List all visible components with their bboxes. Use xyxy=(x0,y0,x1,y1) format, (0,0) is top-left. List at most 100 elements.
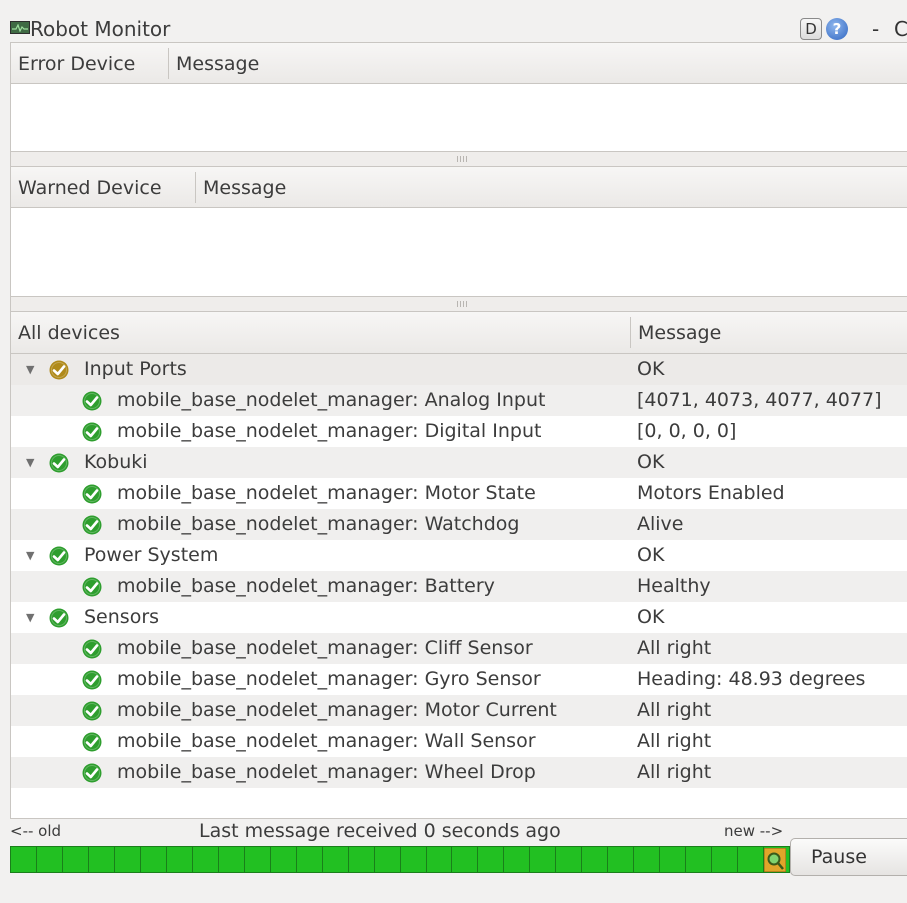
splitter-handle-bottom[interactable] xyxy=(10,297,907,311)
magnifier-icon[interactable] xyxy=(763,847,787,873)
device-name: Input Ports xyxy=(84,358,187,380)
warned-device-column-header[interactable]: Warned Device xyxy=(11,167,162,207)
pause-button[interactable]: Pause xyxy=(790,838,907,876)
device-message: All right xyxy=(637,761,712,783)
ok-check-icon xyxy=(82,670,102,690)
timeline-segment[interactable] xyxy=(244,846,271,873)
tree-device-row[interactable]: mobile_base_nodelet_manager: Motor Curre… xyxy=(11,695,907,726)
tree-device-row[interactable]: mobile_base_nodelet_manager: Motor State… xyxy=(11,478,907,509)
error-table-header: Error Device Message xyxy=(11,43,907,84)
timeline-segment[interactable] xyxy=(712,846,739,873)
timeline-segment[interactable] xyxy=(452,846,479,873)
error-device-panel[interactable]: Error Device Message xyxy=(10,42,907,152)
expand-arrow-icon[interactable]: ▼ xyxy=(26,447,34,478)
device-name: mobile_base_nodelet_manager: Analog Inpu… xyxy=(117,389,546,411)
error-device-column-header[interactable]: Error Device xyxy=(11,43,135,83)
timeline-segment[interactable] xyxy=(478,846,505,873)
device-message: Alive xyxy=(637,513,684,535)
timeline-segment[interactable] xyxy=(36,846,63,873)
device-message: OK xyxy=(637,606,665,628)
tree-group-row[interactable]: ▼ Input Ports OK xyxy=(11,354,907,385)
title-bar: Robot Monitor D ? - C xyxy=(0,0,907,41)
device-name: mobile_base_nodelet_manager: Battery xyxy=(117,575,495,597)
timeline-segment[interactable] xyxy=(62,846,89,873)
timeline-segment[interactable] xyxy=(322,846,349,873)
ok-check-icon xyxy=(82,422,102,442)
timeline-segment[interactable] xyxy=(582,846,609,873)
ok-check-icon xyxy=(82,484,102,504)
tree-device-row[interactable]: mobile_base_nodelet_manager: Digital Inp… xyxy=(11,416,907,447)
robot-monitor-app-icon xyxy=(10,21,30,34)
device-tree-body: ▼ Input Ports OK mobile_base_nodelet_manage… xyxy=(11,354,907,788)
device-message: [0, 0, 0, 0] xyxy=(637,420,737,442)
device-message: OK xyxy=(637,358,665,380)
warned-message-column-header[interactable]: Message xyxy=(196,167,286,207)
timeline-segment[interactable] xyxy=(270,846,297,873)
device-name: mobile_base_nodelet_manager: Wheel Drop xyxy=(117,761,536,783)
timeline-segment[interactable] xyxy=(166,846,193,873)
window-title: Robot Monitor xyxy=(30,17,171,41)
help-icon[interactable]: ? xyxy=(826,18,848,40)
device-name: Kobuki xyxy=(84,451,148,473)
ok-check-icon xyxy=(82,732,102,752)
error-message-column-header[interactable]: Message xyxy=(169,43,259,83)
ok-check-icon xyxy=(82,577,102,597)
timeline-segment[interactable] xyxy=(530,846,557,873)
expand-arrow-icon[interactable]: ▼ xyxy=(26,602,34,633)
timeline-segment[interactable] xyxy=(114,846,141,873)
timeline-segment[interactable] xyxy=(218,846,245,873)
timeline-segment[interactable] xyxy=(140,846,167,873)
tree-device-row[interactable]: mobile_base_nodelet_manager: Wall Sensor… xyxy=(11,726,907,757)
tree-device-row[interactable]: mobile_base_nodelet_manager: Wheel Drop A… xyxy=(11,757,907,788)
timeline-segment[interactable] xyxy=(400,846,427,873)
tree-group-row[interactable]: ▼ Power System OK xyxy=(11,540,907,571)
d-help-button[interactable]: D xyxy=(800,18,822,40)
device-message: Motors Enabled xyxy=(637,482,785,504)
device-name: mobile_base_nodelet_manager: Gyro Sensor xyxy=(117,668,541,690)
warned-table-header: Warned Device Message xyxy=(11,167,907,208)
timeline-segment[interactable] xyxy=(634,846,661,873)
timeline-segment[interactable] xyxy=(556,846,583,873)
device-name: mobile_base_nodelet_manager: Digital Inp… xyxy=(117,420,542,442)
tree-device-row[interactable]: mobile_base_nodelet_manager: Gyro Sensor… xyxy=(11,664,907,695)
timeline-segment[interactable] xyxy=(686,846,713,873)
device-name: Sensors xyxy=(84,606,160,628)
device-name: Power System xyxy=(84,544,219,566)
ok-check-icon xyxy=(82,701,102,721)
device-message: All right xyxy=(637,699,712,721)
expand-arrow-icon[interactable]: ▼ xyxy=(26,540,34,571)
tree-device-row[interactable]: mobile_base_nodelet_manager: Watchdog Ali… xyxy=(11,509,907,540)
timeline-segment[interactable] xyxy=(660,846,687,873)
tree-group-row[interactable]: ▼ Sensors OK xyxy=(11,602,907,633)
timeline-segment[interactable] xyxy=(10,846,37,873)
close-button[interactable]: C xyxy=(894,17,907,41)
timeline-segment[interactable] xyxy=(348,846,375,873)
timeline-segment[interactable] xyxy=(608,846,635,873)
timeline-segment[interactable] xyxy=(296,846,323,873)
timeline-segment[interactable] xyxy=(426,846,453,873)
tree-device-row[interactable]: mobile_base_nodelet_manager: Battery Heal… xyxy=(11,571,907,602)
timeline-segment[interactable] xyxy=(504,846,531,873)
all-devices-column-header[interactable]: All devices xyxy=(11,312,120,352)
ok-check-icon xyxy=(82,515,102,535)
new-label: new --> xyxy=(724,822,784,840)
warned-device-panel[interactable]: Warned Device Message xyxy=(10,166,907,297)
all-devices-tree[interactable]: All devices Message ▼ Input Ports OK mobile… xyxy=(10,311,907,819)
timeline-segment[interactable] xyxy=(374,846,401,873)
minimize-button[interactable]: - xyxy=(872,17,879,41)
timeline-segment[interactable] xyxy=(192,846,219,873)
tree-device-row[interactable]: mobile_base_nodelet_manager: Cliff Senso… xyxy=(11,633,907,664)
device-message: OK xyxy=(637,451,665,473)
tree-group-row[interactable]: ▼ Kobuki OK xyxy=(11,447,907,478)
tree-device-row[interactable]: mobile_base_nodelet_manager: Analog Inpu… xyxy=(11,385,907,416)
message-column-header[interactable]: Message xyxy=(631,312,721,352)
ok-check-icon xyxy=(82,639,102,659)
expand-arrow-icon[interactable]: ▼ xyxy=(26,354,34,385)
message-timeline[interactable] xyxy=(10,846,791,873)
timeline-segment[interactable] xyxy=(88,846,115,873)
device-message: [4071, 4073, 4077, 4077] xyxy=(637,389,882,411)
ok-check-icon xyxy=(82,763,102,783)
device-name: mobile_base_nodelet_manager: Motor State xyxy=(117,482,536,504)
splitter-handle-top[interactable] xyxy=(10,152,907,166)
timeline-segment[interactable] xyxy=(738,846,765,873)
